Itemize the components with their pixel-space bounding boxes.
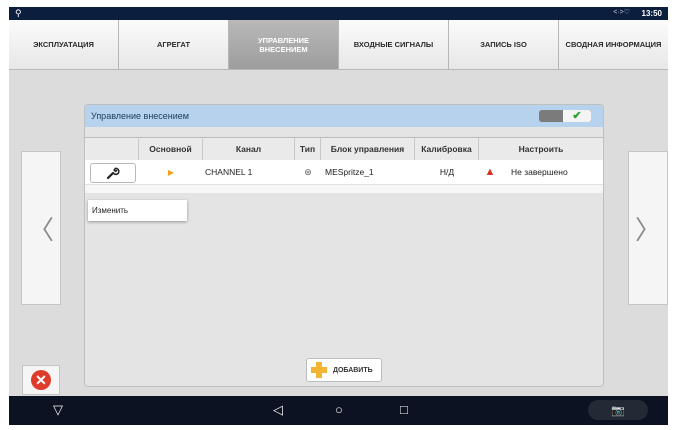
toggle-off-area [539, 110, 563, 122]
application-control-panel: Управление внесением ✔ Основной Канал Ти… [84, 104, 604, 387]
channel-table: Основной Канал Тип Блок управления Калиб… [85, 137, 603, 193]
primary-marker-icon: ▶ [167, 167, 175, 177]
usb-icon: ⚲ [15, 8, 22, 18]
status-cell: ▲ [479, 160, 501, 184]
tab-summary[interactable]: СВОДНАЯ ИНФОРМАЦИЯ [559, 20, 668, 70]
recent-apps-icon[interactable]: □ [400, 402, 408, 417]
context-menu-edit[interactable]: Изменить [88, 200, 187, 221]
tab-unit[interactable]: АГРЕГАТ [119, 20, 229, 70]
header-action [85, 138, 139, 160]
tab-input-signals[interactable]: ВХОДНЫЕ СИГНАЛЫ [339, 20, 449, 70]
panel-header: Управление внесением ✔ [85, 105, 603, 127]
clock: 13:50 [641, 9, 662, 18]
dot-icon: ⊛ [304, 166, 312, 177]
panel-title: Управление внесением [91, 111, 189, 121]
header-channel: Канал [203, 138, 295, 160]
primary-cell: ▶ [139, 160, 203, 184]
system-nav-bar: ▽ ◁ ○ □ 📷 [9, 396, 668, 425]
chevron-right-icon: 〉 [634, 214, 661, 245]
next-page-button[interactable]: 〉 [628, 151, 668, 305]
calibration-cell: Н/Д [439, 167, 455, 177]
table-header: Основной Канал Тип Блок управления Калиб… [85, 138, 603, 161]
header-type: Тип [295, 138, 321, 160]
signal-icon: <·>♡ [613, 9, 630, 16]
header-setup: Настроить [518, 144, 564, 154]
chevron-left-icon: 〈 [27, 214, 54, 245]
channel-cell: CHANNEL 1 [205, 167, 253, 177]
top-tabs: ЭКСПЛУАТАЦИЯ АГРЕГАТ УПРАВЛЕНИЕ ВНЕСЕНИЕ… [9, 20, 668, 70]
check-icon: ✔ [572, 110, 582, 122]
close-icon: ✕ [31, 370, 51, 390]
add-button[interactable]: ДОБАВИТЬ [306, 358, 382, 382]
header-primary: Основной [139, 138, 203, 160]
back-icon[interactable]: ◁ [273, 402, 283, 418]
tab-operation[interactable]: ЭКСПЛУАТАЦИЯ [9, 20, 119, 70]
toggle-on-area: ✔ [563, 110, 591, 122]
app-screen: ⚲ <·>♡ 13:50 ЭКСПЛУАТАЦИЯ АГРЕГАТ УПРАВЛ… [9, 7, 668, 425]
tab-application-control[interactable]: УПРАВЛЕНИЕ ВНЕСЕНИЕМ [229, 20, 339, 70]
application-toggle[interactable]: ✔ [539, 110, 591, 122]
previous-page-button[interactable]: 〈 [21, 151, 61, 305]
edit-channel-button[interactable] [90, 163, 136, 183]
setup-cell: Не завершено [511, 167, 568, 177]
wrench-icon [106, 167, 120, 180]
warning-icon: ▲ [484, 166, 496, 178]
header-control-unit: Блок управления [321, 138, 415, 160]
control-unit-cell: MESpritze_1 [325, 167, 374, 177]
header-calibration: Калибровка [415, 138, 479, 160]
status-bar: ⚲ <·>♡ 13:50 [9, 7, 668, 20]
close-button[interactable]: ✕ [22, 365, 60, 395]
add-button-label: ДОБАВИТЬ [333, 366, 373, 374]
home-icon[interactable]: ○ [335, 402, 343, 417]
camera-icon: 📷 [611, 404, 625, 417]
type-cell: ⊛ [295, 160, 321, 184]
screenshot-button[interactable]: 📷 [588, 400, 648, 420]
tab-iso-recording[interactable]: ЗАПИСЬ ISO [449, 20, 559, 70]
logo-icon[interactable]: ▽ [53, 402, 63, 418]
table-row[interactable]: ▶ CHANNEL 1 ⊛ MESpritze_1 Н/Д ▲ Не завер… [85, 160, 603, 185]
plus-icon [311, 362, 327, 378]
